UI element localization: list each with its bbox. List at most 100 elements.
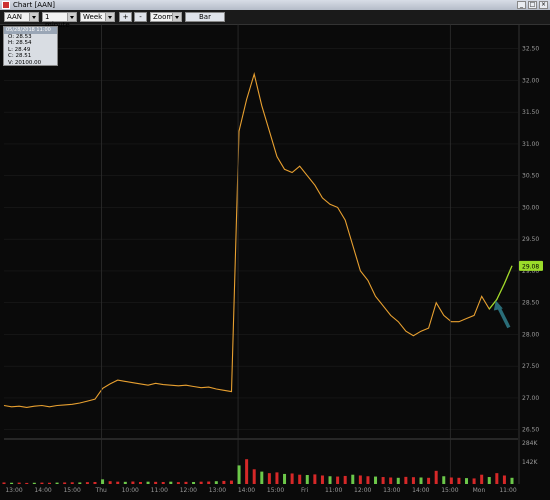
volume-bar xyxy=(138,481,142,484)
volume-bar xyxy=(2,482,6,484)
volume-bar xyxy=(381,477,385,484)
volume-bar xyxy=(192,481,196,484)
volume-bar xyxy=(47,482,51,484)
volume-bar xyxy=(480,474,484,484)
volume-bar xyxy=(502,475,506,484)
volume-bar xyxy=(169,481,173,484)
volume-bar xyxy=(260,471,264,484)
time-tick-label: 13:00 xyxy=(209,487,226,494)
volume-bar xyxy=(267,473,271,484)
volume-bar xyxy=(419,477,423,484)
volume-bar xyxy=(116,481,120,484)
volume-bar xyxy=(55,482,59,484)
volume-bar xyxy=(374,476,378,484)
volume-bar xyxy=(434,470,438,484)
volume-bar xyxy=(32,482,36,484)
ohlc-info-box: 05/28/2018 11:00 O: 28.53 H: 28.54 L: 28… xyxy=(3,26,58,66)
time-tick-label: 13:00 xyxy=(383,487,400,494)
volume-bar xyxy=(457,477,461,484)
price-tick-label: 30.50 xyxy=(522,173,539,180)
price-tick-label: 27.00 xyxy=(522,395,539,402)
volume-bar xyxy=(404,476,408,484)
volume-bar xyxy=(275,472,279,484)
price-tick-label: 26.50 xyxy=(522,427,539,434)
current-price-label: 29.08 xyxy=(522,263,539,270)
volume-bar xyxy=(351,474,355,484)
volume-bar xyxy=(40,482,44,484)
volume-bar xyxy=(449,477,453,484)
volume-bar xyxy=(229,480,233,484)
time-tick-label: Thu xyxy=(95,487,107,494)
time-tick-label: 14:00 xyxy=(238,487,255,494)
price-tick-label: 31.50 xyxy=(522,109,539,116)
volume-bar xyxy=(320,475,324,484)
volume-bar xyxy=(161,481,165,484)
volume-bar xyxy=(199,481,203,484)
volume-bar xyxy=(336,476,340,484)
volume-bar xyxy=(283,473,287,484)
volume-bar xyxy=(305,475,309,484)
volume-bar xyxy=(442,476,446,484)
volume-bar xyxy=(328,476,332,484)
volume-bar xyxy=(298,474,302,484)
info-timestamp: 05/28/2018 11:00 xyxy=(4,27,57,34)
volume-bar xyxy=(108,481,112,484)
volume-tick-label: 142K xyxy=(522,459,538,466)
info-volume: V: 20100.00 xyxy=(8,59,42,66)
price-tick-label: 27.50 xyxy=(522,363,539,370)
volume-bar xyxy=(63,482,67,484)
volume-bar xyxy=(237,465,241,484)
volume-bar xyxy=(245,459,249,484)
volume-bar xyxy=(146,481,150,484)
volume-bar xyxy=(93,481,97,484)
volume-bar xyxy=(222,480,226,484)
volume-bar xyxy=(290,473,294,484)
time-tick-label: 12:00 xyxy=(354,487,371,494)
price-tick-label: 32.50 xyxy=(522,46,539,53)
volume-bar xyxy=(313,474,317,484)
time-tick-label: 11:00 xyxy=(499,487,516,494)
price-tick-label: 28.00 xyxy=(522,331,539,338)
time-tick-label: Mon xyxy=(473,487,486,494)
volume-bar xyxy=(123,481,127,484)
volume-bar xyxy=(366,476,370,484)
volume-bar xyxy=(70,482,74,484)
price-line xyxy=(3,71,513,408)
price-tick-label: 29.50 xyxy=(522,236,539,243)
time-tick-label: 11:00 xyxy=(151,487,168,494)
volume-bar xyxy=(358,475,362,484)
volume-bar xyxy=(101,479,105,484)
volume-bar xyxy=(487,477,491,484)
volume-bar xyxy=(131,481,135,484)
volume-bar xyxy=(396,477,400,484)
price-tick-label: 30.00 xyxy=(522,204,539,211)
volume-bar xyxy=(184,481,188,484)
volume-bar xyxy=(252,469,256,484)
price-tick-label: 32.00 xyxy=(522,77,539,84)
price-tick-label: 31.00 xyxy=(522,141,539,148)
volume-bar xyxy=(78,482,82,484)
volume-bar xyxy=(510,477,514,484)
time-tick-label: Fri xyxy=(301,487,308,494)
time-tick-label: 11:00 xyxy=(325,487,342,494)
volume-bar xyxy=(472,478,476,484)
volume-bar xyxy=(427,477,431,484)
time-tick-label: 15:00 xyxy=(267,487,284,494)
price-chart: 32.5032.0031.5031.0030.5030.0029.5029.00… xyxy=(2,24,543,494)
time-tick-label: 14:00 xyxy=(412,487,429,494)
volume-tick-label: 284K xyxy=(522,440,538,447)
time-tick-label: 15:00 xyxy=(63,487,80,494)
volume-bar xyxy=(411,477,415,484)
volume-bar xyxy=(343,475,347,484)
time-tick-label: 12:00 xyxy=(180,487,197,494)
volume-bar xyxy=(465,478,469,484)
volume-bar xyxy=(495,473,499,484)
volume-bar xyxy=(10,482,14,484)
volume-bar xyxy=(154,481,158,484)
time-tick-label: 14:00 xyxy=(34,487,51,494)
time-tick-label: 10:00 xyxy=(122,487,139,494)
volume-bar xyxy=(214,481,218,484)
time-tick-label: 15:00 xyxy=(441,487,458,494)
volume-bar xyxy=(176,482,180,484)
time-tick-label: 13:00 xyxy=(5,487,22,494)
